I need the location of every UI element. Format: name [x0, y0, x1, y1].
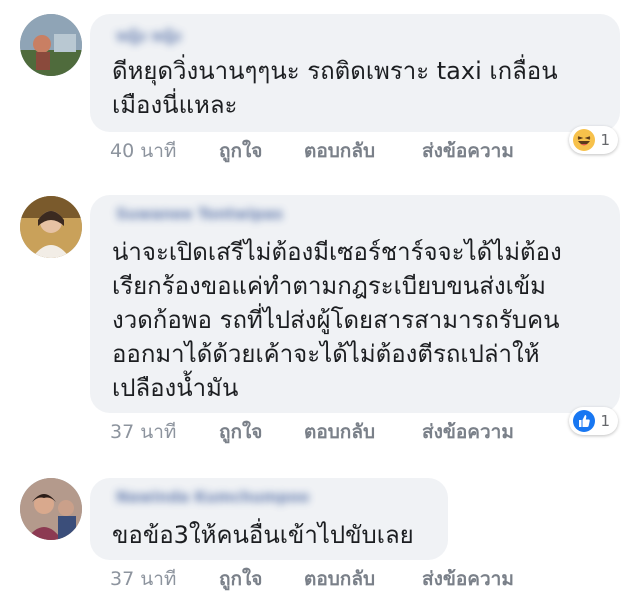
avatar[interactable] — [20, 196, 82, 258]
like-button[interactable]: ถูกใจ — [219, 417, 304, 447]
comment-text: ดีหยุดวิ่งนานๆๆนะ รถติดเพราะ taxi เกลื่อ… — [112, 57, 558, 119]
comment-time[interactable]: 37 นาที — [110, 564, 219, 594]
reply-button[interactable]: ตอบกลับ — [304, 136, 422, 166]
comment-author[interactable]: Suwanee Tontwipas — [116, 205, 283, 223]
avatar[interactable] — [20, 14, 82, 76]
haha-icon — [573, 129, 596, 151]
like-button[interactable]: ถูกใจ — [219, 136, 304, 166]
avatar-image — [20, 478, 82, 540]
reaction-count: 1 — [600, 131, 610, 149]
comment-bubble: หญิง หญิง ดีหยุดวิ่งนานๆๆนะ รถติดเพราะ t… — [90, 14, 620, 154]
comment-actions: 37 นาที ถูกใจ ตอบกลับ ส่งข้อความ — [110, 566, 514, 592]
avatar-image — [20, 14, 82, 76]
like-button[interactable]: ถูกใจ — [219, 564, 304, 594]
reply-button[interactable]: ตอบกลับ — [304, 417, 422, 447]
comment-text: ขอข้อ3ให้คนอื่นเข้าไปขับเลย — [112, 521, 414, 549]
reaction-badge[interactable]: 1 — [569, 126, 618, 154]
send-message-button[interactable]: ส่งข้อความ — [422, 136, 514, 166]
avatar-image — [20, 196, 82, 258]
send-message-button[interactable]: ส่งข้อความ — [422, 417, 514, 447]
reaction-badge[interactable]: 1 — [569, 407, 618, 435]
comment-text: น่าจะเปิดเสรีไม่ต้องมีเซอร์ชาร์จจะได้ไม่… — [112, 238, 562, 402]
send-message-button[interactable]: ส่งข้อความ — [422, 564, 514, 594]
reply-button[interactable]: ตอบกลับ — [304, 564, 422, 594]
comment-author[interactable]: หญิง หญิง — [116, 24, 181, 45]
reaction-count: 1 — [600, 412, 610, 430]
comment-bubble: Suwanee Tontwipas น่าจะเปิดเสรีไม่ต้องมี… — [90, 195, 620, 435]
comment-bubble: Nawinda Kumchumpoo ขอข้อ3ให้คนอื่นเข้าไป… — [90, 478, 448, 560]
avatar[interactable] — [20, 478, 82, 540]
comment-actions: 37 นาที ถูกใจ ตอบกลับ ส่งข้อความ — [110, 419, 514, 445]
comment-author[interactable]: Nawinda Kumchumpoo — [116, 488, 309, 506]
comment-actions: 40 นาที ถูกใจ ตอบกลับ ส่งข้อความ — [110, 138, 514, 164]
comment-time[interactable]: 37 นาที — [110, 417, 219, 447]
like-icon — [573, 410, 596, 432]
comment-time[interactable]: 40 นาที — [110, 136, 219, 166]
